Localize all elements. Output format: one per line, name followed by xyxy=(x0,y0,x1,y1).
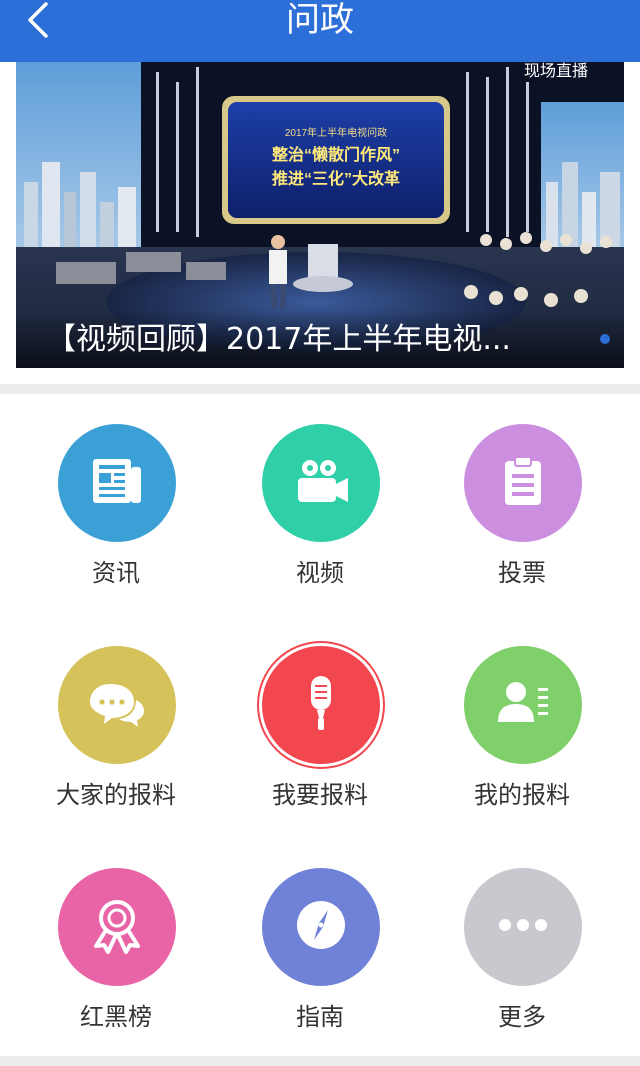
menu-item-public-reports[interactable]: 大家的报料 xyxy=(16,616,216,816)
banner-screen-line1: 2017年上半年电视问政 xyxy=(285,126,387,139)
banner-screen-line3: 推进“三化”大改革 xyxy=(272,169,400,188)
menu-item-label: 资讯 xyxy=(92,559,140,587)
menu-item-label: 视频 xyxy=(296,559,344,587)
menu-item-video[interactable]: 视频 xyxy=(220,394,420,594)
banner-carousel[interactable]: 2017年上半年电视问政 整治“懒散门作风” 推进“三化”大改革 现场直播 【视… xyxy=(16,62,624,368)
menu-item-label: 我的报料 xyxy=(474,781,570,809)
award-ribbon-icon xyxy=(86,894,148,960)
compass-icon xyxy=(290,894,352,960)
menu-item-more[interactable]: 更多 xyxy=(422,838,622,1038)
menu-item-guide[interactable]: 指南 xyxy=(220,838,420,1038)
bottom-divider xyxy=(0,1056,640,1066)
banner-corner-text: 现场直播 xyxy=(524,62,588,80)
banner-caption: 【视频回顾】2017年上半年电视... xyxy=(46,322,511,357)
menu-item-circle xyxy=(464,868,582,986)
menu-item-circle xyxy=(262,424,380,542)
menu-item-label: 更多 xyxy=(498,1003,546,1031)
menu-item-circle xyxy=(262,868,380,986)
microphone-icon xyxy=(291,672,351,738)
menu-item-label: 投票 xyxy=(498,559,546,587)
newspaper-icon xyxy=(87,451,147,515)
menu-item-vote[interactable]: 投票 xyxy=(422,394,622,594)
menu-item-submit-report[interactable]: 我要报料 xyxy=(220,616,420,816)
menu-item-my-reports[interactable]: 我的报料 xyxy=(422,616,622,816)
carousel-active-dot[interactable] xyxy=(600,334,610,344)
menu-item-label: 大家的报料 xyxy=(56,781,176,809)
video-camera-icon xyxy=(290,450,352,516)
menu-item-news[interactable]: 资讯 xyxy=(16,394,216,594)
menu-item-circle xyxy=(58,646,176,764)
more-dots-icon xyxy=(492,915,554,939)
section-divider xyxy=(0,384,640,394)
menu-item-label: 指南 xyxy=(296,1003,344,1031)
banner-screen-line2: 整治“懒散门作风” xyxy=(271,145,400,164)
menu-item-label: 红黑榜 xyxy=(80,1003,152,1031)
menu-item-label: 我要报料 xyxy=(272,781,368,809)
menu-item-circle xyxy=(262,646,380,764)
menu-item-circle xyxy=(58,424,176,542)
menu-item-circle xyxy=(464,424,582,542)
user-list-icon xyxy=(492,672,554,738)
clipboard-icon xyxy=(493,451,553,515)
menu-item-circle xyxy=(58,868,176,986)
page-title: 问政 xyxy=(286,0,354,40)
menu-item-red-black-list[interactable]: 红黑榜 xyxy=(16,838,216,1038)
banner-caption-bar: 【视频回顾】2017年上半年电视... xyxy=(16,310,624,368)
menu-item-circle xyxy=(464,646,582,764)
chat-bubbles-icon xyxy=(86,672,148,738)
nav-bar: 问政 xyxy=(0,0,640,62)
